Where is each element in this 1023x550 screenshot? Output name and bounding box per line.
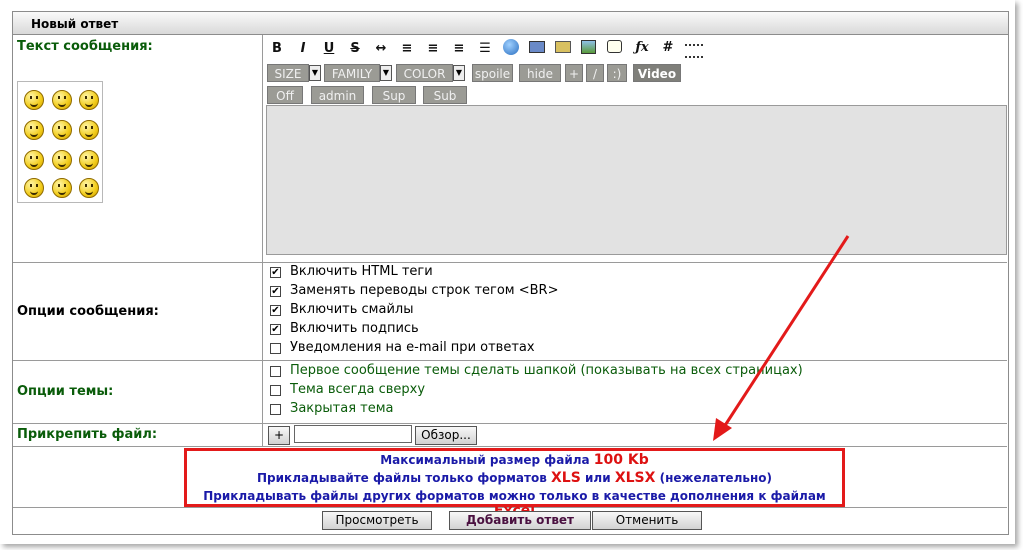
annotation-arrow-icon (713, 235, 850, 441)
